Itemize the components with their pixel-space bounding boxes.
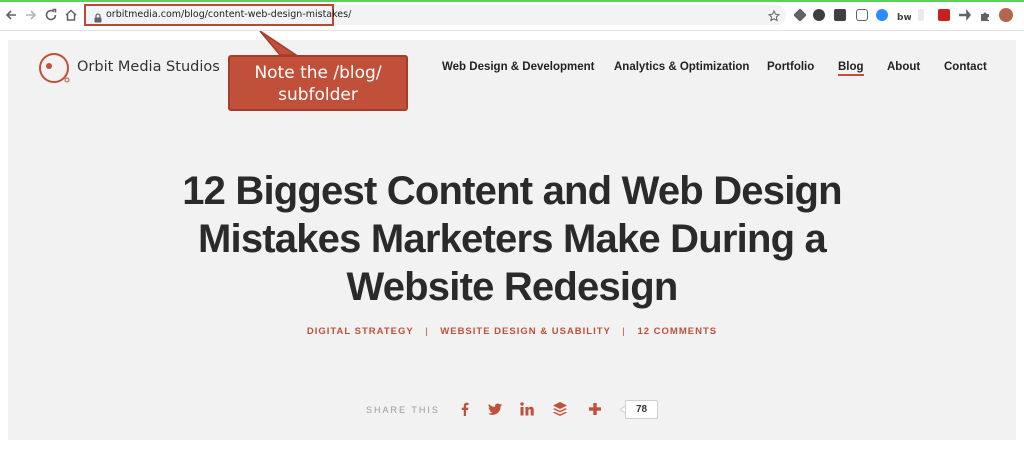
reload-icon[interactable] [44,8,58,22]
article-meta: DIGITAL STRATEGY | WEBSITE DESIGN & USAB… [0,326,1024,337]
site-logo-text[interactable]: Orbit Media Studios [77,59,220,75]
category-digital-strategy[interactable]: DIGITAL STRATEGY [307,326,414,337]
article-title-line-2: Mistakes Marketers Make During a [197,217,827,261]
extension-bw-icon[interactable]: bw [897,9,912,23]
nav-analytics[interactable]: Analytics & Optimization [614,61,749,73]
extensions-puzzle-icon[interactable] [979,9,991,21]
article-title: 12 Biggest Content and Web Design Mistak… [0,167,1024,311]
comments-link[interactable]: 12 COMMENTS [637,326,717,337]
nav-portfolio[interactable]: Portfolio [767,61,814,73]
twitter-icon[interactable] [487,401,503,417]
share-count-value: 78 [625,400,658,419]
extension-red-icon[interactable] [938,9,950,21]
url-text[interactable]: orbitmedia.com/blog/content-web-design-m… [106,9,351,20]
linkedin-icon[interactable] [519,401,535,417]
extension-zoom-icon[interactable] [876,9,888,21]
nav-about[interactable]: About [887,61,920,73]
annotation-line-1: Note the /blog/ [254,63,382,83]
lock-icon[interactable] [93,10,103,23]
buffer-icon[interactable] [552,401,568,417]
facebook-icon[interactable] [457,401,473,417]
browser-toolbar: orbitmedia.com/blog/content-web-design-m… [0,0,1024,31]
nav-contact[interactable]: Contact [944,61,987,73]
annotation-line-2: subfolder [278,85,358,105]
category-website-design[interactable]: WEBSITE DESIGN & USABILITY [440,326,610,337]
page-load-indicator [0,0,1024,2]
meta-separator: | [425,326,429,337]
profile-avatar[interactable] [999,8,1013,22]
article-title-line-3: Website Redesign [346,265,679,309]
extension-blank-icon[interactable] [918,9,924,21]
bookmark-star-icon[interactable] [767,9,781,22]
svg-text:bw: bw [897,13,911,22]
annotation-callout: Note the /blog/ subfolder [228,55,408,111]
nav-web-design[interactable]: Web Design & Development [442,61,595,73]
extension-arrow-icon[interactable] [959,9,971,21]
share-label: SHARE THIS [366,405,440,415]
extension-evernote-icon[interactable] [813,9,825,21]
forward-icon[interactable] [24,8,38,22]
back-icon[interactable] [4,8,18,22]
home-icon[interactable] [64,8,78,22]
share-count: 78 [620,400,660,420]
extension-camera-icon[interactable] [856,9,868,21]
orbit-logo-icon[interactable] [38,51,72,85]
callout-pointer [259,31,298,56]
plus-icon[interactable] [587,401,603,417]
nav-blog[interactable]: Blog [838,61,864,76]
meta-separator: | [622,326,626,337]
extension-screen-icon[interactable] [834,9,846,21]
extension-diamond-icon[interactable] [793,8,807,22]
article-title-line-1: 12 Biggest Content and Web Design [182,169,842,213]
